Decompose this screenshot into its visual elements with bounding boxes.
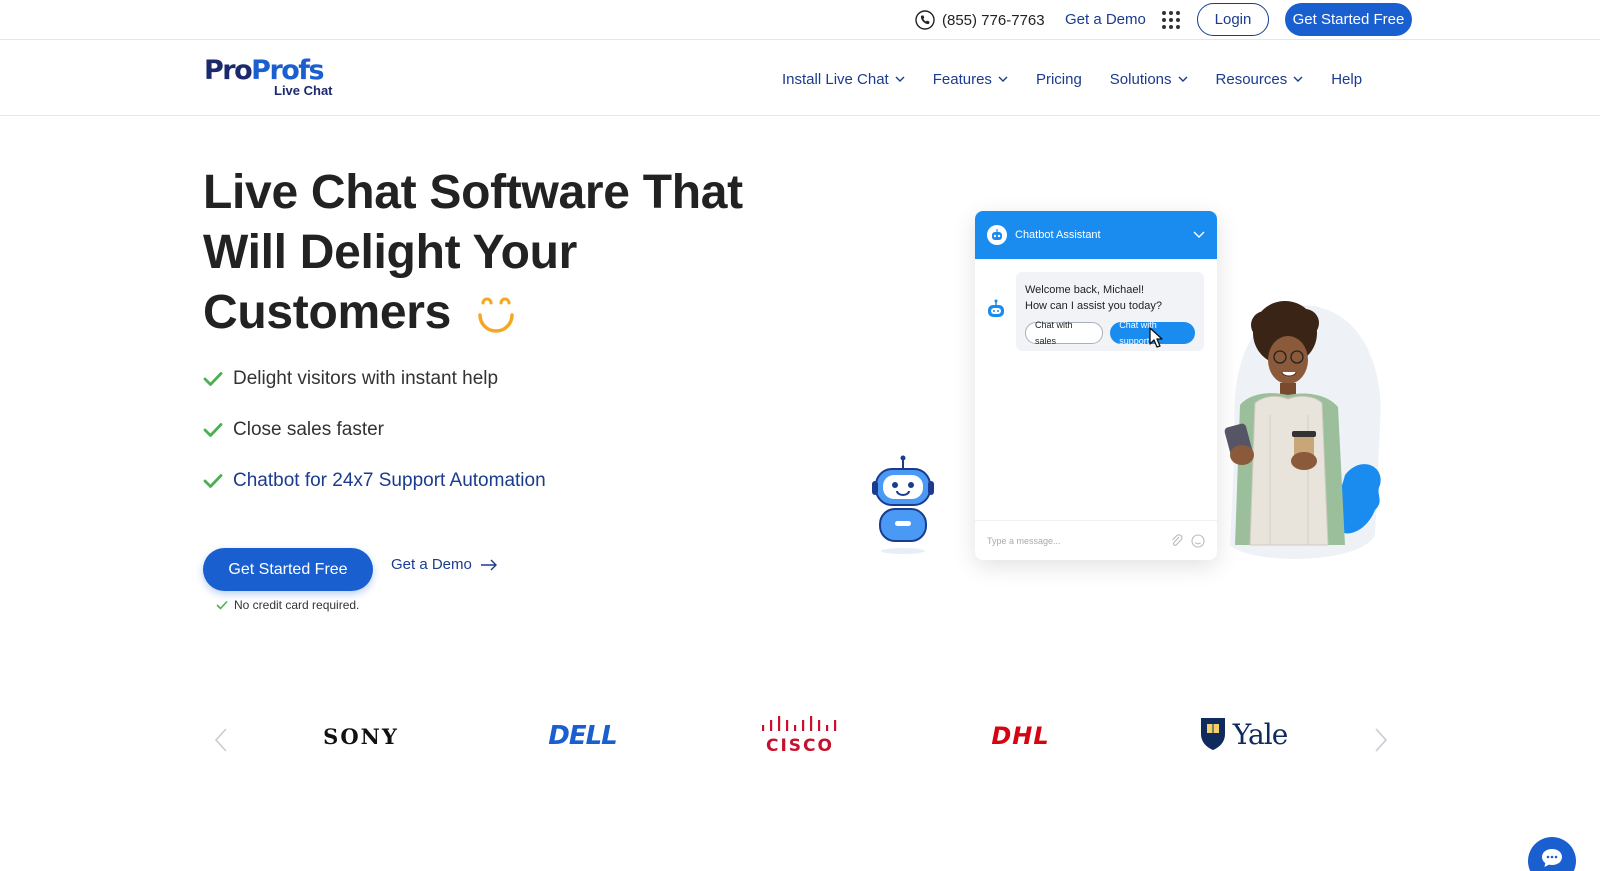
top-utility-bar: (855) 776-7763 Get a Demo Login Get Star… <box>0 0 1600 40</box>
chevron-down-icon <box>1178 76 1188 82</box>
chevron-down-icon <box>895 76 905 82</box>
nav-install-live-chat[interactable]: Install Live Chat <box>782 71 905 88</box>
logo-pro: Pro <box>204 55 253 86</box>
checkmark-icon <box>203 474 223 488</box>
yale-shield-icon <box>1200 718 1225 750</box>
sony-logo: SONY <box>323 723 399 749</box>
carousel-next-arrow-icon[interactable] <box>1374 727 1388 753</box>
cisco-logo: CISCO <box>755 712 845 758</box>
hero-title-line-3: Customers <box>203 286 452 339</box>
chevron-down-icon[interactable] <box>1193 231 1205 239</box>
no-credit-card-note: No credit card required. <box>216 598 359 612</box>
yale-logo: Yale <box>1193 712 1293 756</box>
phone-contact[interactable]: (855) 776-7763 <box>915 9 1045 31</box>
no-credit-card-text: No credit card required. <box>234 598 360 612</box>
live-chat-launcher-button[interactable] <box>1528 837 1576 871</box>
hero-title: Live Chat Software That Will Delight You… <box>203 163 783 343</box>
main-navbar: ProProfs Live Chat Install Live Chat Fea… <box>0 41 1600 116</box>
logo-profs: Profs <box>251 55 324 86</box>
cisco-bars-icon <box>762 716 837 731</box>
paperclip-icon[interactable] <box>1170 533 1184 548</box>
top-get-started-button[interactable]: Get Started Free <box>1285 3 1412 36</box>
chat-widget-header: Chatbot Assistant <box>975 211 1217 259</box>
smile-icon <box>478 297 514 334</box>
dhl-logo: DHL <box>991 722 1050 750</box>
bot-avatar-icon <box>987 225 1007 245</box>
feature-item: Close sales faster <box>203 417 546 443</box>
bot-avatar-icon <box>988 299 1004 317</box>
nav-label: Features <box>932 70 992 88</box>
hero-feature-list: Delight visitors with instant help Close… <box>203 366 546 519</box>
feature-item-link[interactable]: Chatbot for 24x7 Support Automation <box>203 468 546 494</box>
bot-message-line-1: Welcome back, Michael! <box>1025 284 1145 296</box>
nav-pricing[interactable]: Pricing <box>1036 71 1082 88</box>
emoji-icon[interactable] <box>1191 533 1205 548</box>
chat-message-input[interactable]: Type a message... <box>975 520 1217 560</box>
hero-title-line-1: Live Chat Software That <box>203 166 743 219</box>
nav-solutions[interactable]: Solutions <box>1110 71 1188 88</box>
smiling-woman-illustration <box>1224 301 1381 559</box>
proprofs-logo[interactable]: ProProfs Live Chat <box>204 56 344 101</box>
nav-label: Install Live Chat <box>782 70 889 88</box>
top-get-demo-link[interactable]: Get a Demo <box>1065 11 1146 28</box>
phone-number[interactable]: (855) 776-7763 <box>942 12 1045 29</box>
chat-with-sales-button[interactable]: Chat with sales <box>1025 320 1104 346</box>
hero-get-started-button[interactable]: Get Started Free <box>203 548 373 591</box>
robot-mascot-icon <box>872 455 934 554</box>
nav-label: Help <box>1331 70 1363 88</box>
chevron-down-icon <box>1293 76 1303 82</box>
nav-help[interactable]: Help <box>1331 71 1362 88</box>
phone-icon <box>915 10 935 30</box>
nav-label: Resources <box>1215 70 1288 88</box>
nav-menu: Install Live Chat Features Pricing Solut… <box>782 68 1362 90</box>
cisco-wordmark: CISCO <box>766 736 834 756</box>
hero-get-demo-link[interactable]: Get a Demo <box>391 556 498 573</box>
checkmark-icon <box>203 372 223 386</box>
arrow-right-icon <box>480 559 497 570</box>
checkmark-icon <box>203 423 223 437</box>
chat-bubble-icon <box>1542 849 1562 867</box>
chat-widget-preview: Chatbot Assistant Welcome back, Michael!… <box>975 211 1217 560</box>
login-button[interactable]: Login <box>1197 3 1269 36</box>
chat-widget-title: Chatbot Assistant <box>1015 229 1101 241</box>
feature-text: Close sales faster <box>233 419 385 440</box>
yale-wordmark: Yale <box>1232 717 1289 751</box>
carousel-prev-arrow-icon[interactable] <box>214 727 228 753</box>
feature-text: Delight visitors with instant help <box>233 368 499 389</box>
hero-title-line-2: Will Delight Your <box>203 226 578 279</box>
mouse-pointer-icon <box>1149 327 1163 348</box>
bot-message-line-2: How can I assist you today? <box>1025 300 1162 312</box>
logo-product-name: Live Chat <box>274 83 333 98</box>
bot-message-bubble: Welcome back, Michael! How can I assist … <box>1016 272 1204 351</box>
nav-label: Solutions <box>1109 70 1172 88</box>
feature-text[interactable]: Chatbot for 24x7 Support Automation <box>233 470 546 492</box>
dell-logo: DELL <box>548 721 617 751</box>
apps-grid-icon[interactable] <box>1161 10 1181 30</box>
feature-item: Delight visitors with instant help <box>203 366 546 392</box>
checkmark-icon <box>216 600 228 610</box>
nav-features[interactable]: Features <box>933 71 1008 88</box>
nav-resources[interactable]: Resources <box>1216 71 1304 88</box>
nav-label: Pricing <box>1035 70 1082 88</box>
chevron-down-icon <box>998 76 1008 82</box>
demo-link-label: Get a Demo <box>391 556 472 573</box>
chat-input-placeholder: Type a message... <box>987 535 1061 546</box>
